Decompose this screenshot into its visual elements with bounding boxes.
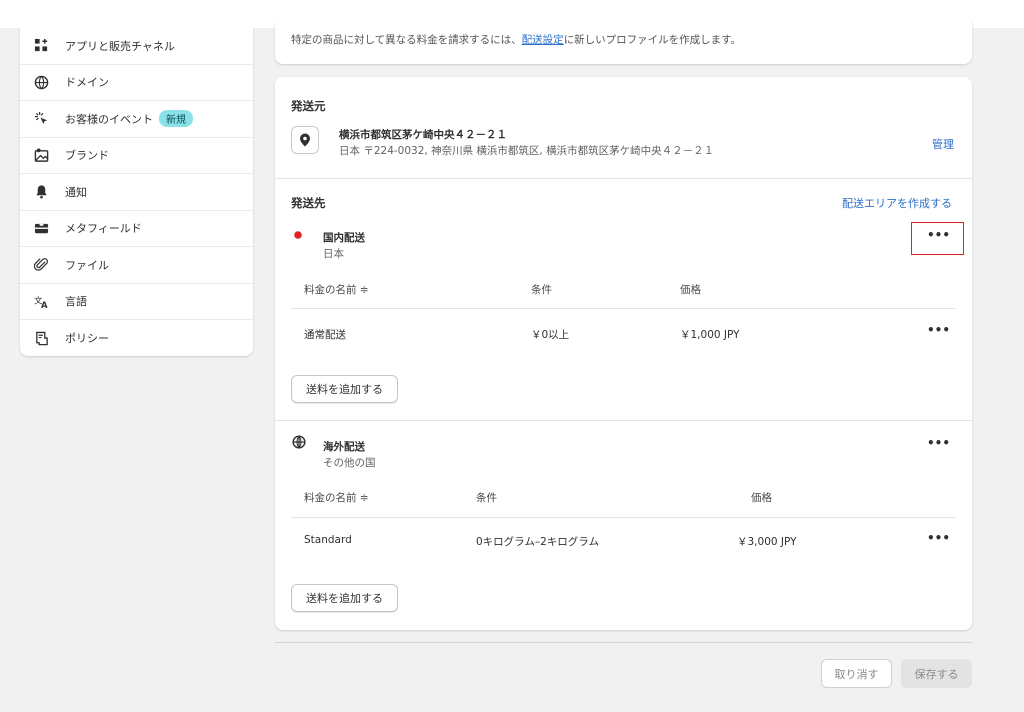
paperclip-icon xyxy=(33,257,49,273)
zone-more-button[interactable]: ••• xyxy=(927,228,950,242)
sidebar-item-languages[interactable]: 文A 言語 xyxy=(20,284,253,320)
svg-text:A: A xyxy=(41,300,48,309)
column-header-condition: 条件 xyxy=(531,284,552,296)
column-header-price: 価格 xyxy=(751,492,772,504)
rate-more-button[interactable]: ••• xyxy=(927,323,950,337)
zone-name-domestic: 国内配送 xyxy=(323,232,365,244)
sidebar-item-label: メタフィールド xyxy=(65,222,142,236)
sidebar-item-label: 言語 xyxy=(65,295,87,309)
cursor-click-icon xyxy=(33,111,49,127)
cancel-button[interactable]: 取り消す xyxy=(821,659,892,688)
rate-more-button[interactable]: ••• xyxy=(927,531,950,545)
brand-icon xyxy=(33,147,49,163)
origin-address: 日本 〒224-0032, 神奈川県 横浜市都筑区, 横浜市都筑区茅ケ崎中央４２… xyxy=(339,145,715,157)
location-pin-icon xyxy=(291,126,319,154)
zone-country-international: その他の国 xyxy=(323,457,376,469)
sidebar-item-policies[interactable]: ポリシー xyxy=(20,320,253,356)
divider xyxy=(275,420,972,421)
add-rate-button[interactable]: 送料を追加する xyxy=(291,584,398,612)
rate-price: ￥1,000 JPY xyxy=(680,329,740,341)
metafield-icon xyxy=(33,220,49,236)
sidebar-item-files[interactable]: ファイル xyxy=(20,247,253,284)
apps-icon xyxy=(33,38,49,54)
column-header-rate-name[interactable]: 料金の名前 ≑ xyxy=(304,282,369,297)
manage-link[interactable]: 管理 xyxy=(932,136,954,152)
new-badge: 新規 xyxy=(159,110,193,128)
rate-name: 通常配送 xyxy=(304,329,346,341)
language-icon: 文A xyxy=(33,293,49,309)
table-divider xyxy=(291,308,956,309)
sidebar-item-label: ポリシー xyxy=(65,332,109,346)
info-card: 特定の商品に対して異なる料金を請求するには、配送設定に新しいプロファイルを作成し… xyxy=(275,20,972,64)
policy-icon xyxy=(33,330,49,346)
origin-name: 横浜市都筑区茅ケ崎中央４２－２１ xyxy=(339,129,507,141)
sidebar-item-customer-events[interactable]: お客様のイベント 新規 xyxy=(20,101,253,138)
origin-title: 発送元 xyxy=(291,99,326,113)
sidebar-item-label: お客様のイベント xyxy=(65,112,153,126)
sidebar-item-label: ファイル xyxy=(65,258,109,272)
sidebar-item-label: 通知 xyxy=(65,185,87,199)
sidebar-item-label: ブランド xyxy=(65,149,109,163)
info-text: 特定の商品に対して異なる料金を請求するには、配送設定に新しいプロファイルを作成し… xyxy=(291,34,742,46)
rate-price: ￥3,000 JPY xyxy=(737,536,797,548)
column-header-price: 価格 xyxy=(680,284,701,296)
sidebar-item-domains[interactable]: ドメイン xyxy=(20,65,253,101)
globe-icon xyxy=(33,74,49,90)
column-header-condition: 条件 xyxy=(476,492,497,504)
rate-condition: 0キログラム–2キログラム xyxy=(476,536,599,548)
shipping-settings-link[interactable]: 配送設定 xyxy=(522,34,564,46)
footer-divider xyxy=(275,642,972,643)
sidebar-item-brand[interactable]: ブランド xyxy=(20,138,253,174)
add-rate-button[interactable]: 送料を追加する xyxy=(291,375,398,403)
zone-more-button[interactable]: ••• xyxy=(927,436,950,450)
rate-condition: ￥0以上 xyxy=(531,329,570,341)
rate-name: Standard xyxy=(304,534,352,546)
bell-icon xyxy=(33,184,49,200)
sidebar-item-metafields[interactable]: メタフィールド xyxy=(20,211,253,247)
sidebar-item-notifications[interactable]: 通知 xyxy=(20,174,253,211)
create-zone-link[interactable]: 配送エリアを作成する xyxy=(842,195,952,211)
settings-sidebar: アプリと販売チャネル ドメイン お客様のイベント 新規 ブランド 通知 メタフィ… xyxy=(20,28,253,356)
zone-name-international: 海外配送 xyxy=(323,441,365,453)
save-button[interactable]: 保存する xyxy=(901,659,972,688)
destination-title: 発送先 xyxy=(291,196,326,210)
table-divider xyxy=(291,517,956,518)
zone-country-domestic: 日本 xyxy=(323,248,344,260)
sidebar-item-apps[interactable]: アプリと販売チャネル xyxy=(20,28,253,65)
column-header-rate-name[interactable]: 料金の名前 ≑ xyxy=(304,490,369,505)
sidebar-item-label: アプリと販売チャネル xyxy=(65,39,175,53)
domestic-status-dot xyxy=(294,231,302,239)
sidebar-item-label: ドメイン xyxy=(65,76,109,90)
divider xyxy=(275,178,972,179)
globe-icon xyxy=(292,435,306,452)
shipping-zones-card: 発送元 横浜市都筑区茅ケ崎中央４２－２１ 日本 〒224-0032, 神奈川県 … xyxy=(275,77,972,630)
